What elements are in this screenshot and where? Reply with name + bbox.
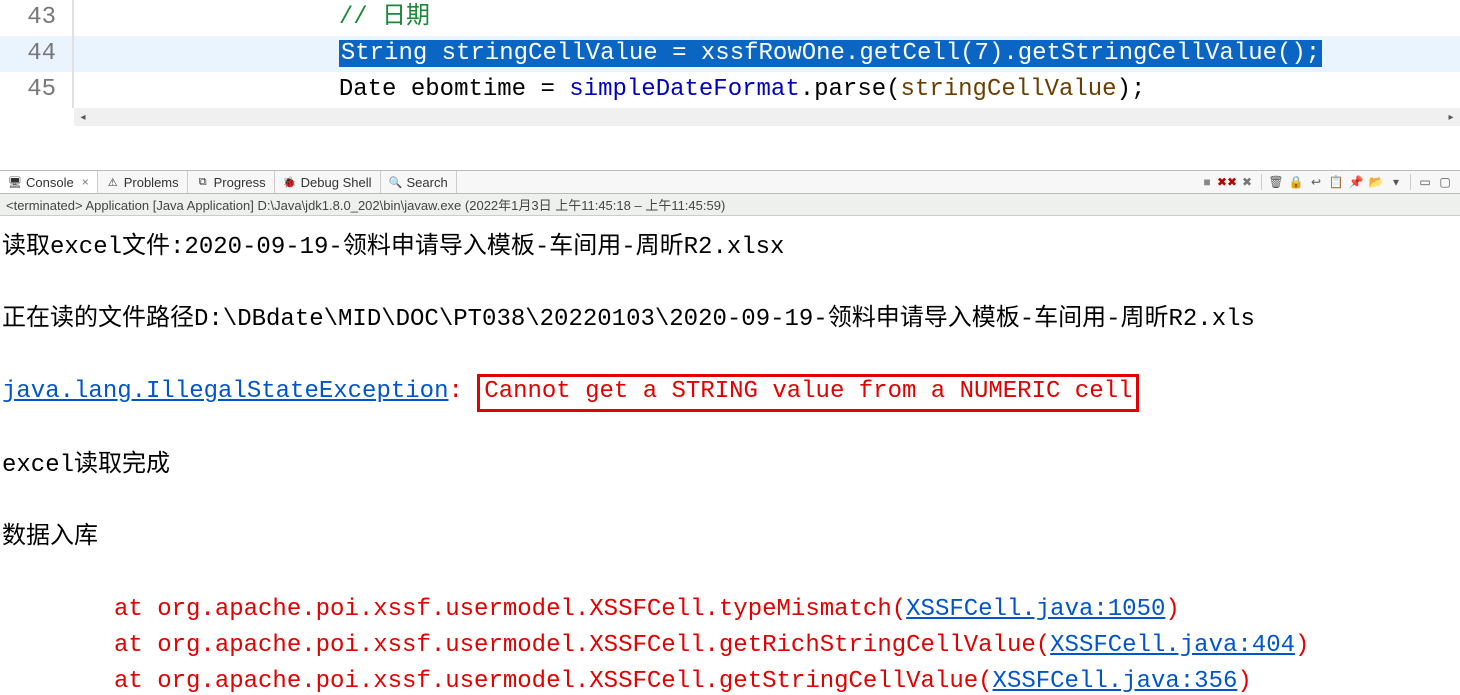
- exception-class-link[interactable]: java.lang.IllegalStateException: [2, 378, 448, 405]
- tab-progress[interactable]: ⧉ Progress: [188, 171, 275, 193]
- tab-label: Progress: [214, 175, 266, 190]
- console-line: 数据入库: [2, 520, 1456, 556]
- stack-trace-line: at org.apache.poi.xssf.usermodel.XSSFCel…: [2, 664, 1456, 695]
- launch-description: <terminated> Application [Java Applicati…: [0, 194, 1460, 216]
- code-line[interactable]: 45 Date ebomtime = simpleDateFormat.pars…: [0, 72, 1460, 108]
- tab-label: Search: [407, 175, 448, 190]
- stack-trace-line: at org.apache.poi.xssf.usermodel.XSSFCel…: [2, 592, 1456, 628]
- console-icon: 🖥: [8, 175, 22, 189]
- scroll-lock-button[interactable]: 🔒: [1287, 173, 1305, 191]
- remove-launch-button[interactable]: ✖: [1238, 173, 1256, 191]
- selected-code[interactable]: String stringCellValue = xssfRowOne.getC…: [339, 40, 1322, 67]
- gutter-line-number: 45: [0, 72, 74, 108]
- launch-description-text: <terminated> Application [Java Applicati…: [6, 195, 725, 214]
- show-console-button[interactable]: 📋: [1327, 173, 1345, 191]
- stack-method: at org.apache.poi.xssf.usermodel.XSSFCel…: [114, 632, 1050, 659]
- exception-message-highlight: Cannot get a STRING value from a NUMERIC…: [477, 374, 1139, 412]
- console-toolbar: ■ ✖✖ ✖ 🗑 🔒 ↩ 📋 📌 📂 ▾ ▭ ▢: [1192, 171, 1460, 193]
- console-line: excel读取完成: [2, 448, 1456, 484]
- stack-source-link[interactable]: XSSFCell.java:404: [1050, 632, 1295, 659]
- console-line: 读取excel文件:2020-09-19-领料申请导入模板-车间用-周昕R2.x…: [2, 230, 1456, 266]
- stack-close-paren: ): [1165, 596, 1179, 623]
- exception-line: java.lang.IllegalStateException: Cannot …: [2, 374, 1456, 412]
- gutter-line-number: 43: [0, 0, 74, 36]
- exception-separator: :: [448, 378, 477, 405]
- tab-label: Problems: [124, 175, 179, 190]
- tab-search[interactable]: 🔍 Search: [381, 171, 457, 193]
- debug-shell-icon: 🐞: [283, 175, 297, 189]
- code-line[interactable]: 43 // 日期: [0, 0, 1460, 36]
- problems-icon: ⚠: [106, 175, 120, 189]
- code-content[interactable]: // 日期: [74, 0, 1460, 36]
- code-content[interactable]: String stringCellValue = xssfRowOne.getC…: [74, 36, 1460, 72]
- pin-console-button[interactable]: 📌: [1347, 173, 1365, 191]
- tab-problems[interactable]: ⚠ Problems: [98, 171, 188, 193]
- tab-console[interactable]: 🖥 Console ×: [0, 171, 98, 193]
- tab-label: Debug Shell: [301, 175, 372, 190]
- code-editor[interactable]: 43 // 日期44 String stringCellValue = xssf…: [0, 0, 1460, 170]
- stack-source-link[interactable]: XSSFCell.java:356: [993, 668, 1238, 695]
- stack-close-paren: ): [1295, 632, 1309, 659]
- scroll-track[interactable]: [92, 110, 1442, 124]
- remove-all-terminated-button[interactable]: ✖✖: [1218, 173, 1236, 191]
- gutter-line-number: 44: [0, 36, 74, 72]
- progress-icon: ⧉: [196, 175, 210, 189]
- open-console-menu[interactable]: ▾: [1387, 173, 1405, 191]
- code-line[interactable]: 44 String stringCellValue = xssfRowOne.g…: [0, 36, 1460, 72]
- stack-method: at org.apache.poi.xssf.usermodel.XSSFCel…: [114, 668, 993, 695]
- search-icon: 🔍: [389, 175, 403, 189]
- terminate-button[interactable]: ■: [1198, 173, 1216, 191]
- stack-method: at org.apache.poi.xssf.usermodel.XSSFCel…: [114, 596, 906, 623]
- tab-close-icon[interactable]: ×: [82, 175, 89, 189]
- stack-source-link[interactable]: XSSFCell.java:1050: [906, 596, 1165, 623]
- maximize-button[interactable]: ▢: [1436, 173, 1454, 191]
- scroll-right-icon[interactable]: ▸: [1442, 108, 1460, 126]
- tab-label: Console: [26, 175, 74, 190]
- word-wrap-button[interactable]: ↩: [1307, 173, 1325, 191]
- clear-console-button[interactable]: 🗑: [1267, 173, 1285, 191]
- minimize-button[interactable]: ▭: [1416, 173, 1434, 191]
- editor-horizontal-scrollbar[interactable]: ◂ ▸: [74, 108, 1460, 126]
- stack-trace-line: at org.apache.poi.xssf.usermodel.XSSFCel…: [2, 628, 1456, 664]
- display-selected-console-button[interactable]: 📂: [1367, 173, 1385, 191]
- stack-close-paren: ): [1237, 668, 1251, 695]
- console-line: 正在读的文件路径D:\DBdate\MID\DOC\PT038\20220103…: [2, 302, 1456, 338]
- scroll-left-icon[interactable]: ◂: [74, 108, 92, 126]
- tab-debug-shell[interactable]: 🐞 Debug Shell: [275, 171, 381, 193]
- console-output[interactable]: 读取excel文件:2020-09-19-领料申请导入模板-车间用-周昕R2.x…: [0, 216, 1460, 695]
- views-tabstrip: 🖥 Console × ⚠ Problems ⧉ Progress 🐞 Debug Shell 🔍…: [0, 170, 1460, 194]
- code-content[interactable]: Date ebomtime = simpleDateFormat.parse(s…: [74, 72, 1460, 108]
